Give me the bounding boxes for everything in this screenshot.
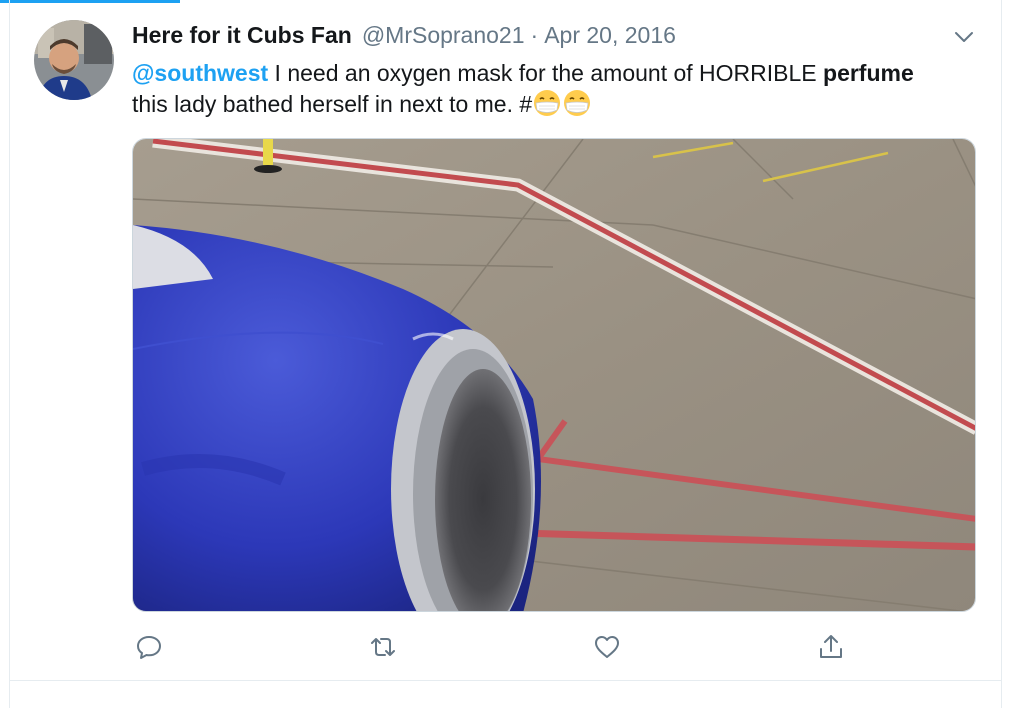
medical-mask-emoji-icon bbox=[532, 89, 562, 117]
tweet-text-part2: this lady bathed herself in next to me. … bbox=[132, 91, 533, 117]
reply-button[interactable] bbox=[132, 630, 166, 664]
tweet-actions bbox=[132, 630, 842, 666]
tweet-header: Here for it Cubs Fan @MrSoprano21 · Apr … bbox=[132, 22, 676, 52]
share-icon bbox=[820, 635, 842, 658]
tweet-photo[interactable] bbox=[132, 138, 976, 612]
avatar[interactable] bbox=[34, 20, 114, 100]
mention-link[interactable]: @southwest bbox=[132, 60, 268, 86]
avatar-photo bbox=[34, 20, 114, 100]
heart-icon bbox=[595, 636, 619, 658]
tweet-text-part1: I need an oxygen mask for the amount of … bbox=[268, 60, 824, 86]
tweet-card[interactable]: Here for it Cubs Fan @MrSoprano21 · Apr … bbox=[10, 0, 1001, 680]
retweet-icon bbox=[371, 638, 395, 656]
tweet-divider bbox=[9, 680, 1002, 681]
tweet-text-emphasis: perfume bbox=[823, 60, 914, 86]
airplane-engine-photo bbox=[133, 139, 975, 611]
retweet-button[interactable] bbox=[366, 630, 400, 664]
separator-dot: · bbox=[530, 22, 539, 48]
display-name[interactable]: Here for it Cubs Fan bbox=[132, 22, 352, 49]
tweet-text: @southwest I need an oxygen mask for the… bbox=[132, 58, 992, 120]
timeline-border-right bbox=[1001, 0, 1002, 708]
like-button[interactable] bbox=[590, 630, 624, 664]
tweet-date[interactable]: Apr 20, 2016 bbox=[544, 22, 676, 49]
share-button[interactable] bbox=[814, 630, 848, 664]
user-handle[interactable]: @MrSoprano21 bbox=[362, 22, 525, 49]
speech-bubble-icon bbox=[137, 636, 161, 659]
chevron-down-icon[interactable] bbox=[953, 28, 975, 46]
medical-mask-emoji-icon bbox=[562, 89, 592, 117]
